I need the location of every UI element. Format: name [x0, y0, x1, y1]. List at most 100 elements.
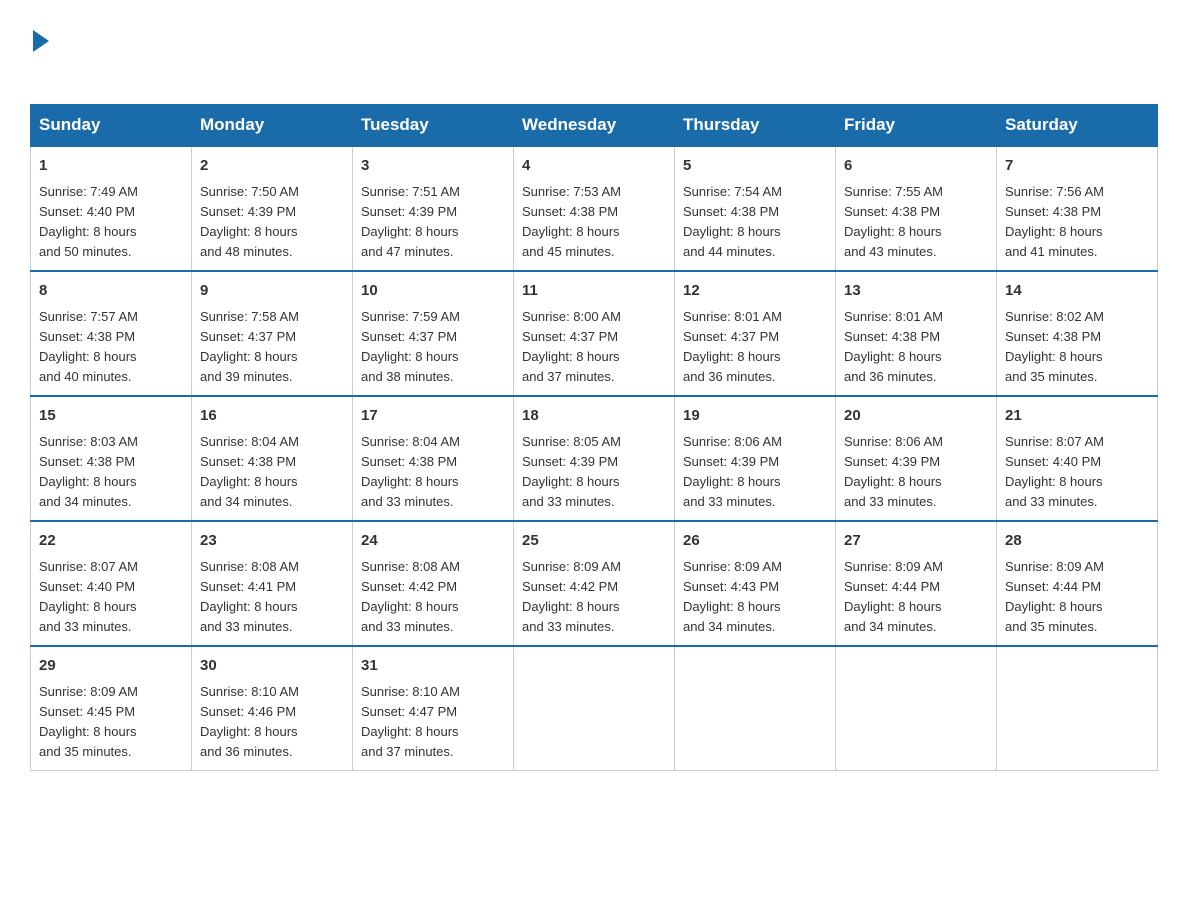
day-info: Sunrise: 8:06 AMSunset: 4:39 PMDaylight:… [844, 432, 988, 513]
day-cell-17: 17 Sunrise: 8:04 AMSunset: 4:38 PMDaylig… [353, 396, 514, 521]
day-cell-15: 15 Sunrise: 8:03 AMSunset: 4:38 PMDaylig… [31, 396, 192, 521]
day-number: 24 [361, 530, 505, 553]
day-info: Sunrise: 8:04 AMSunset: 4:38 PMDaylight:… [200, 432, 344, 513]
day-info: Sunrise: 8:07 AMSunset: 4:40 PMDaylight:… [39, 557, 183, 638]
day-cell-5: 5 Sunrise: 7:54 AMSunset: 4:38 PMDayligh… [675, 146, 836, 271]
logo-triangle-icon [33, 30, 49, 52]
day-number: 29 [39, 655, 183, 678]
day-info: Sunrise: 8:03 AMSunset: 4:38 PMDaylight:… [39, 432, 183, 513]
day-info: Sunrise: 8:05 AMSunset: 4:39 PMDaylight:… [522, 432, 666, 513]
day-cell-3: 3 Sunrise: 7:51 AMSunset: 4:39 PMDayligh… [353, 146, 514, 271]
week-row-4: 22 Sunrise: 8:07 AMSunset: 4:40 PMDaylig… [31, 521, 1158, 646]
day-cell-12: 12 Sunrise: 8:01 AMSunset: 4:37 PMDaylig… [675, 271, 836, 396]
day-cell-16: 16 Sunrise: 8:04 AMSunset: 4:38 PMDaylig… [192, 396, 353, 521]
day-number: 4 [522, 155, 666, 178]
day-info: Sunrise: 7:54 AMSunset: 4:38 PMDaylight:… [683, 182, 827, 263]
day-info: Sunrise: 8:09 AMSunset: 4:44 PMDaylight:… [844, 557, 988, 638]
day-cell-22: 22 Sunrise: 8:07 AMSunset: 4:40 PMDaylig… [31, 521, 192, 646]
day-cell-13: 13 Sunrise: 8:01 AMSunset: 4:38 PMDaylig… [836, 271, 997, 396]
day-number: 3 [361, 155, 505, 178]
day-number: 27 [844, 530, 988, 553]
day-number: 7 [1005, 155, 1149, 178]
day-info: Sunrise: 8:09 AMSunset: 4:44 PMDaylight:… [1005, 557, 1149, 638]
day-cell-11: 11 Sunrise: 8:00 AMSunset: 4:37 PMDaylig… [514, 271, 675, 396]
day-cell-9: 9 Sunrise: 7:58 AMSunset: 4:37 PMDayligh… [192, 271, 353, 396]
day-cell-23: 23 Sunrise: 8:08 AMSunset: 4:41 PMDaylig… [192, 521, 353, 646]
day-number: 9 [200, 280, 344, 303]
calendar-table: SundayMondayTuesdayWednesdayThursdayFrid… [30, 104, 1158, 771]
day-number: 17 [361, 405, 505, 428]
weekday-header-monday: Monday [192, 105, 353, 147]
day-number: 13 [844, 280, 988, 303]
day-number: 12 [683, 280, 827, 303]
day-number: 15 [39, 405, 183, 428]
day-number: 26 [683, 530, 827, 553]
empty-cell [514, 646, 675, 771]
day-number: 11 [522, 280, 666, 303]
day-number: 1 [39, 155, 183, 178]
weekday-header-row: SundayMondayTuesdayWednesdayThursdayFrid… [31, 105, 1158, 147]
day-cell-14: 14 Sunrise: 8:02 AMSunset: 4:38 PMDaylig… [997, 271, 1158, 396]
day-number: 22 [39, 530, 183, 553]
weekday-header-sunday: Sunday [31, 105, 192, 147]
day-cell-4: 4 Sunrise: 7:53 AMSunset: 4:38 PMDayligh… [514, 146, 675, 271]
day-info: Sunrise: 8:07 AMSunset: 4:40 PMDaylight:… [1005, 432, 1149, 513]
weekday-header-thursday: Thursday [675, 105, 836, 147]
day-cell-1: 1 Sunrise: 7:49 AMSunset: 4:40 PMDayligh… [31, 146, 192, 271]
weekday-header-wednesday: Wednesday [514, 105, 675, 147]
empty-cell [997, 646, 1158, 771]
day-cell-24: 24 Sunrise: 8:08 AMSunset: 4:42 PMDaylig… [353, 521, 514, 646]
day-info: Sunrise: 8:02 AMSunset: 4:38 PMDaylight:… [1005, 307, 1149, 388]
day-cell-6: 6 Sunrise: 7:55 AMSunset: 4:38 PMDayligh… [836, 146, 997, 271]
day-info: Sunrise: 7:56 AMSunset: 4:38 PMDaylight:… [1005, 182, 1149, 263]
day-number: 16 [200, 405, 344, 428]
logo [30, 30, 49, 84]
day-number: 2 [200, 155, 344, 178]
day-cell-19: 19 Sunrise: 8:06 AMSunset: 4:39 PMDaylig… [675, 396, 836, 521]
day-info: Sunrise: 8:10 AMSunset: 4:47 PMDaylight:… [361, 682, 505, 763]
day-info: Sunrise: 8:09 AMSunset: 4:43 PMDaylight:… [683, 557, 827, 638]
day-cell-2: 2 Sunrise: 7:50 AMSunset: 4:39 PMDayligh… [192, 146, 353, 271]
day-number: 14 [1005, 280, 1149, 303]
day-number: 25 [522, 530, 666, 553]
week-row-3: 15 Sunrise: 8:03 AMSunset: 4:38 PMDaylig… [31, 396, 1158, 521]
day-info: Sunrise: 7:58 AMSunset: 4:37 PMDaylight:… [200, 307, 344, 388]
day-info: Sunrise: 8:09 AMSunset: 4:42 PMDaylight:… [522, 557, 666, 638]
day-cell-18: 18 Sunrise: 8:05 AMSunset: 4:39 PMDaylig… [514, 396, 675, 521]
day-info: Sunrise: 8:09 AMSunset: 4:45 PMDaylight:… [39, 682, 183, 763]
empty-cell [836, 646, 997, 771]
day-number: 31 [361, 655, 505, 678]
day-cell-8: 8 Sunrise: 7:57 AMSunset: 4:38 PMDayligh… [31, 271, 192, 396]
day-cell-7: 7 Sunrise: 7:56 AMSunset: 4:38 PMDayligh… [997, 146, 1158, 271]
day-info: Sunrise: 8:10 AMSunset: 4:46 PMDaylight:… [200, 682, 344, 763]
week-row-1: 1 Sunrise: 7:49 AMSunset: 4:40 PMDayligh… [31, 146, 1158, 271]
day-info: Sunrise: 7:53 AMSunset: 4:38 PMDaylight:… [522, 182, 666, 263]
day-cell-30: 30 Sunrise: 8:10 AMSunset: 4:46 PMDaylig… [192, 646, 353, 771]
day-cell-25: 25 Sunrise: 8:09 AMSunset: 4:42 PMDaylig… [514, 521, 675, 646]
day-info: Sunrise: 7:50 AMSunset: 4:39 PMDaylight:… [200, 182, 344, 263]
day-info: Sunrise: 7:59 AMSunset: 4:37 PMDaylight:… [361, 307, 505, 388]
day-info: Sunrise: 8:08 AMSunset: 4:41 PMDaylight:… [200, 557, 344, 638]
day-cell-21: 21 Sunrise: 8:07 AMSunset: 4:40 PMDaylig… [997, 396, 1158, 521]
day-number: 21 [1005, 405, 1149, 428]
day-number: 10 [361, 280, 505, 303]
day-info: Sunrise: 7:51 AMSunset: 4:39 PMDaylight:… [361, 182, 505, 263]
day-info: Sunrise: 7:49 AMSunset: 4:40 PMDaylight:… [39, 182, 183, 263]
day-cell-27: 27 Sunrise: 8:09 AMSunset: 4:44 PMDaylig… [836, 521, 997, 646]
weekday-header-friday: Friday [836, 105, 997, 147]
day-info: Sunrise: 8:01 AMSunset: 4:38 PMDaylight:… [844, 307, 988, 388]
day-info: Sunrise: 8:00 AMSunset: 4:37 PMDaylight:… [522, 307, 666, 388]
day-number: 20 [844, 405, 988, 428]
weekday-header-tuesday: Tuesday [353, 105, 514, 147]
day-cell-26: 26 Sunrise: 8:09 AMSunset: 4:43 PMDaylig… [675, 521, 836, 646]
day-info: Sunrise: 7:57 AMSunset: 4:38 PMDaylight:… [39, 307, 183, 388]
day-info: Sunrise: 8:01 AMSunset: 4:37 PMDaylight:… [683, 307, 827, 388]
day-cell-29: 29 Sunrise: 8:09 AMSunset: 4:45 PMDaylig… [31, 646, 192, 771]
week-row-2: 8 Sunrise: 7:57 AMSunset: 4:38 PMDayligh… [31, 271, 1158, 396]
day-number: 30 [200, 655, 344, 678]
page-header [30, 30, 1158, 84]
day-number: 28 [1005, 530, 1149, 553]
day-info: Sunrise: 8:06 AMSunset: 4:39 PMDaylight:… [683, 432, 827, 513]
day-number: 23 [200, 530, 344, 553]
day-info: Sunrise: 8:04 AMSunset: 4:38 PMDaylight:… [361, 432, 505, 513]
